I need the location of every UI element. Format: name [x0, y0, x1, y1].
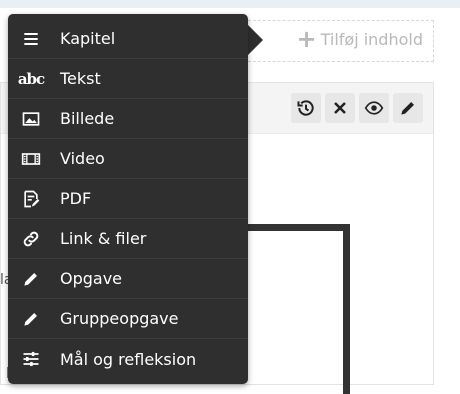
menu-item-opgave[interactable]: Opgave — [8, 259, 248, 299]
pencil-icon — [18, 309, 44, 329]
top-strip — [0, 0, 460, 8]
menu-item-label: Tekst — [60, 69, 101, 88]
delete-button[interactable] — [325, 93, 355, 123]
card-toolbar — [291, 93, 423, 123]
menu-item-label: Video — [60, 149, 105, 168]
abc-text-icon: abc — [17, 69, 45, 88]
plus-icon: + — [296, 25, 317, 53]
pencil-icon — [18, 269, 44, 289]
menu-item-maal-og-refleksion[interactable]: Mål og refleksion — [8, 339, 248, 379]
menu-item-label: Kapitel — [60, 29, 116, 48]
preview-button[interactable] — [359, 93, 389, 123]
hamburger-icon — [18, 29, 44, 49]
menu-item-label: Opgave — [60, 269, 123, 288]
menu-item-gruppeopgave[interactable]: Gruppeopgave — [8, 299, 248, 339]
menu-item-label: Billede — [60, 109, 115, 128]
menu-item-kapitel[interactable]: Kapitel — [8, 19, 248, 59]
menu-pointer — [247, 24, 263, 56]
menu-item-label: Mål og refleksion — [60, 349, 197, 369]
add-content-label: Tilføj indhold — [320, 29, 423, 49]
pencil-icon — [401, 102, 414, 115]
close-icon — [334, 102, 346, 114]
menu-item-label: PDF — [60, 189, 92, 208]
add-content-menu: Kapitel abc Tekst Billede Video PDF Link… — [8, 14, 248, 384]
film-icon — [18, 149, 44, 169]
menu-item-billede[interactable]: Billede — [8, 99, 248, 139]
menu-item-link-filer[interactable]: Link & filer — [8, 219, 248, 259]
image-icon — [18, 109, 44, 129]
eye-icon — [364, 101, 384, 115]
menu-item-label: Gruppeopgave — [60, 309, 179, 328]
history-icon — [297, 100, 314, 116]
pdf-edit-icon — [18, 189, 44, 209]
link-icon — [18, 229, 44, 249]
menu-item-label: Link & filer — [60, 229, 147, 248]
edit-button[interactable] — [393, 93, 423, 123]
menu-item-pdf[interactable]: PDF — [8, 179, 248, 219]
add-content-bar[interactable]: + Tilføj indhold — [238, 20, 434, 62]
sliders-icon — [18, 349, 44, 369]
abc-icon-glyph: abc — [17, 69, 45, 88]
menu-item-video[interactable]: Video — [8, 139, 248, 179]
menu-item-tekst[interactable]: abc Tekst — [8, 59, 248, 99]
history-button[interactable] — [291, 93, 321, 123]
add-content-button[interactable]: + Tilføj indhold — [296, 25, 423, 53]
